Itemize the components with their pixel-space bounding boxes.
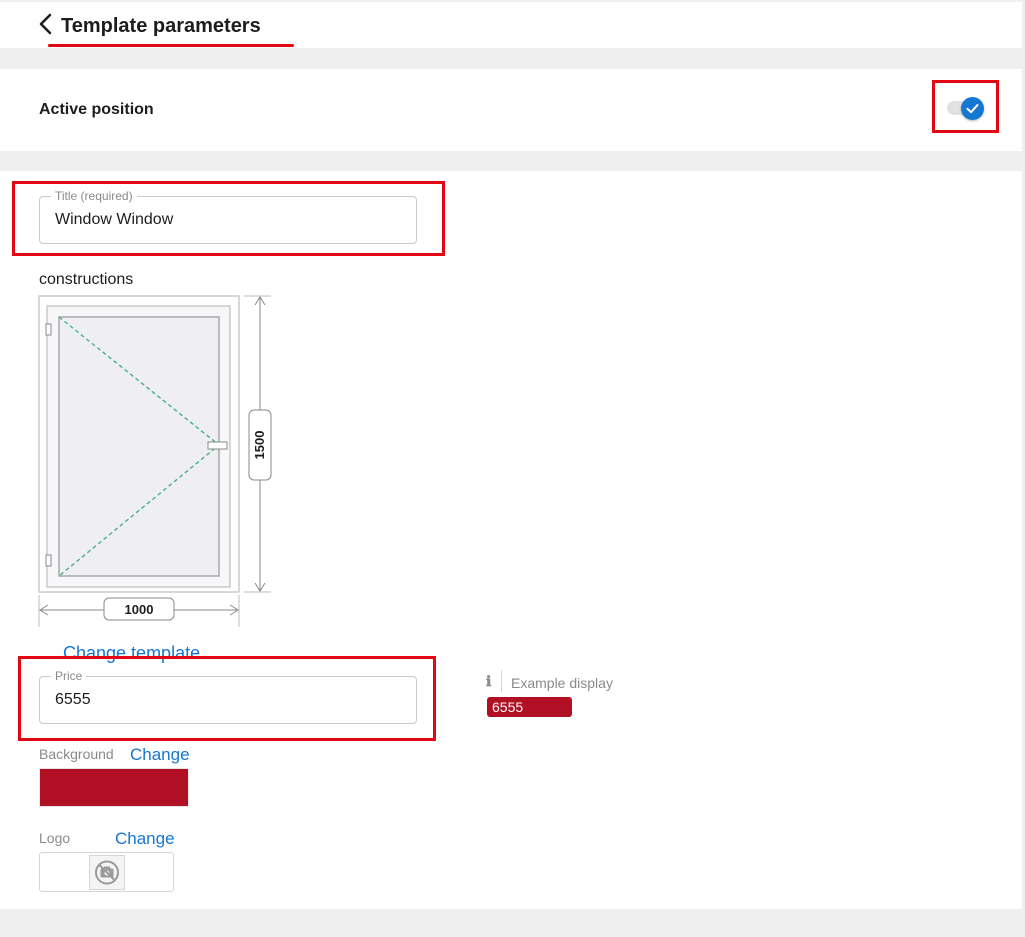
title-field-legend: Title (required) <box>51 189 137 203</box>
info-icon[interactable]: ℹ <box>486 674 491 690</box>
active-position-toggle[interactable] <box>947 97 985 120</box>
width-value: 1000 <box>125 602 154 617</box>
active-position-label: Active position <box>39 101 154 118</box>
price-field-legend: Price <box>51 669 87 683</box>
toggle-highlight <box>932 80 999 133</box>
hinge-bottom <box>45 554 52 567</box>
title-field-value: Window Window <box>55 211 174 228</box>
logo-change-link[interactable]: Change <box>115 829 175 849</box>
width-dimension: 1000 <box>38 595 240 627</box>
info-separator <box>501 670 502 692</box>
checkmark-icon <box>966 104 979 114</box>
chevron-left-icon <box>39 13 52 35</box>
toggle-knob <box>961 97 984 120</box>
background-change-link[interactable]: Change <box>130 745 190 765</box>
title-underline <box>48 44 294 47</box>
background-label: Background <box>39 746 114 762</box>
height-value: 1500 <box>252 431 267 460</box>
template-form-section: Title (required) Window Window construct… <box>0 171 1022 909</box>
height-dimension: 1500 <box>244 295 272 593</box>
price-field[interactable]: Price 6555 <box>39 669 417 724</box>
page-header: Template parameters <box>0 0 1022 48</box>
hinge-top <box>45 323 52 336</box>
title-field[interactable]: Title (required) Window Window <box>39 189 417 244</box>
example-price-badge: 6555 <box>487 697 572 717</box>
background-color-swatch[interactable] <box>39 768 189 807</box>
constructions-label: constructions <box>39 271 134 288</box>
no-camera-icon <box>95 860 119 885</box>
active-position-section: Active position <box>0 69 1022 151</box>
logo-box[interactable] <box>39 852 174 892</box>
back-button[interactable] <box>38 13 54 35</box>
logo-placeholder <box>89 855 125 890</box>
price-field-value: 6555 <box>55 691 91 708</box>
page-title: Template parameters <box>61 15 261 37</box>
example-display-label: Example display <box>511 675 613 691</box>
window-handle <box>207 441 228 450</box>
window-construction-drawing[interactable]: 1500 1000 <box>36 293 276 629</box>
logo-label: Logo <box>39 830 71 846</box>
